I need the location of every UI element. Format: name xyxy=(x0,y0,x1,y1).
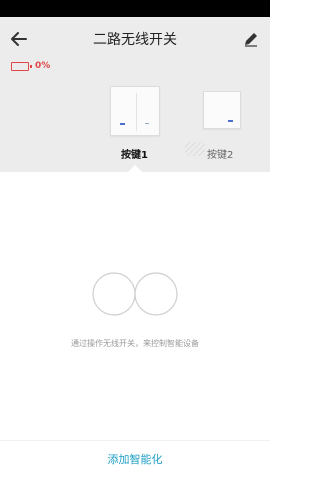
tab-button-2[interactable]: 按键2 xyxy=(207,146,233,161)
empty-state-circles-icon xyxy=(92,272,178,316)
switch-button-1-image[interactable] xyxy=(110,86,160,136)
switch-button-2-image[interactable] xyxy=(203,91,241,129)
add-automation-button[interactable]: 添加智能化 xyxy=(108,451,163,467)
indicator-led xyxy=(228,120,233,122)
header: 二路无线开关 xyxy=(0,17,270,61)
battery-level: 0% xyxy=(35,61,51,71)
edit-icon[interactable] xyxy=(242,30,260,48)
selection-pointer xyxy=(127,165,143,173)
indicator-led xyxy=(120,123,125,125)
page-title: 二路无线开关 xyxy=(93,32,177,48)
tab-button-1[interactable]: 按键1 xyxy=(121,146,148,161)
status-bar xyxy=(0,0,270,17)
battery-icon xyxy=(11,61,32,71)
empty-state-message: 通过操作无线开关，来控制智能设备 xyxy=(71,339,199,348)
decorative-hatch xyxy=(185,142,205,156)
indicator-led xyxy=(145,123,149,124)
battery-indicator: 0% xyxy=(11,61,50,71)
switch-divider xyxy=(136,93,137,131)
footer: 添加智能化 xyxy=(0,440,270,481)
